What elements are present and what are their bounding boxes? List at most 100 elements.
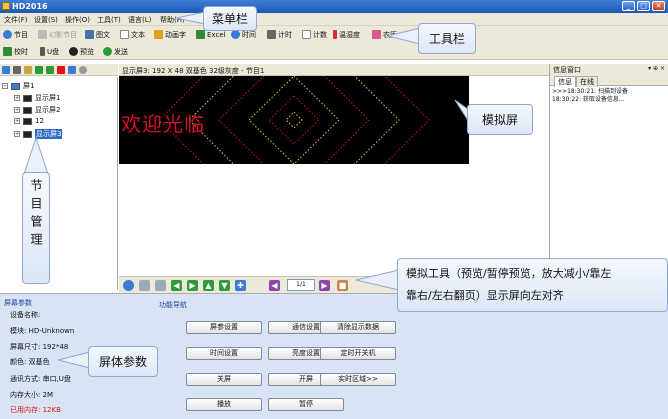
app-icon bbox=[2, 2, 10, 10]
checkbox-icon[interactable] bbox=[68, 66, 76, 74]
annotation-menubar: 菜单栏 bbox=[203, 6, 258, 31]
tab-online[interactable]: 在线 bbox=[576, 76, 598, 87]
clock-label: 时间 bbox=[242, 30, 256, 39]
monitor-icon bbox=[23, 130, 32, 138]
expand-icon[interactable]: + bbox=[14, 131, 20, 137]
tab-info[interactable]: 信息 bbox=[554, 76, 576, 87]
play-button[interactable]: 播放 bbox=[186, 398, 262, 411]
play-pause-icon[interactable] bbox=[123, 280, 134, 291]
annotation-sim-tools-line-2: 靠右/左右翻页）显示屏向左对齐 bbox=[406, 289, 564, 302]
menu-language[interactable]: 语言(L) bbox=[128, 15, 151, 25]
tree-root[interactable]: − 屏1 bbox=[2, 81, 34, 91]
text-icon bbox=[120, 30, 129, 39]
close-button[interactable]: ✕ bbox=[652, 1, 665, 11]
move-up-icon[interactable] bbox=[35, 66, 43, 74]
excel-label: Excel bbox=[207, 30, 226, 39]
annotation-simscreen: 模拟屏 bbox=[467, 104, 534, 135]
menu-tools[interactable]: 工具(T) bbox=[97, 15, 121, 25]
monitor-icon bbox=[23, 106, 32, 114]
image-text-button[interactable]: 图文 bbox=[85, 29, 110, 40]
maximize-button[interactable]: □ bbox=[637, 1, 650, 11]
expand-icon[interactable]: + bbox=[14, 95, 20, 101]
image-text-icon bbox=[85, 30, 94, 39]
menu-help[interactable]: 帮助(H) bbox=[160, 15, 185, 25]
stop-icon[interactable]: ■ bbox=[337, 280, 348, 291]
lunar-calendar-label: 农历 bbox=[383, 30, 397, 39]
zoom-out-icon[interactable] bbox=[155, 280, 166, 291]
text-button[interactable]: 文本 bbox=[120, 29, 145, 40]
phantom-program-button[interactable]: 幻影节目 bbox=[38, 29, 77, 40]
timer-button[interactable]: 计时 bbox=[267, 29, 292, 40]
expand-icon[interactable]: + bbox=[14, 118, 20, 124]
pause-button[interactable]: 暂停 bbox=[268, 398, 344, 411]
align-right-icon[interactable]: ▶ bbox=[187, 280, 198, 291]
counter-button[interactable]: 计数 bbox=[302, 29, 327, 40]
collapse-icon[interactable]: − bbox=[2, 83, 8, 89]
program-tree: − 屏1 + 显示屏1 + 显示屏2 +12 + 显示屏3 bbox=[0, 77, 118, 290]
sync-time-button[interactable]: 校时 bbox=[3, 46, 28, 57]
move-all-icon[interactable]: ✚ bbox=[235, 280, 246, 291]
annotation-program-management: 节目管理 bbox=[22, 172, 50, 284]
open-icon[interactable] bbox=[24, 66, 32, 74]
send-icon bbox=[103, 47, 112, 56]
function-nav-title: 功能导航 bbox=[159, 301, 187, 309]
info-window-controls[interactable]: ▾ ⊕ × bbox=[648, 65, 665, 72]
preview-label: 预览 bbox=[80, 47, 94, 56]
timer-icon bbox=[267, 30, 276, 39]
phantom-program-label: 幻影节目 bbox=[49, 30, 77, 39]
text-label: 文本 bbox=[131, 30, 145, 39]
screen-params-button[interactable]: 屏参设置 bbox=[186, 321, 262, 334]
delete-icon[interactable] bbox=[57, 66, 65, 74]
preview-button[interactable]: 预览 bbox=[69, 46, 94, 57]
tree-item-screen-12[interactable]: +12 bbox=[14, 117, 44, 125]
align-left-icon[interactable]: ◀ bbox=[171, 280, 182, 291]
thermometer-icon bbox=[333, 30, 337, 39]
zoom-in-icon[interactable] bbox=[139, 280, 150, 291]
param-color: 颜色: 双基色 bbox=[10, 358, 50, 366]
monitor-icon bbox=[23, 94, 32, 102]
lunar-calendar-button[interactable]: 农历 bbox=[372, 29, 397, 40]
tree-item-screen-2[interactable]: + 显示屏2 bbox=[14, 105, 60, 115]
usb-icon bbox=[40, 47, 45, 56]
program-icon bbox=[3, 30, 12, 39]
root-icon bbox=[11, 82, 20, 90]
thermometer-button[interactable]: 温湿度 bbox=[333, 29, 360, 40]
simulator-status: 显示屏3: 192 X 48 双基色 32级灰度 - 节目1 bbox=[119, 64, 549, 76]
menu-settings[interactable]: 设置(S) bbox=[34, 15, 58, 25]
send-button[interactable]: 发送 bbox=[103, 46, 128, 57]
counter-icon bbox=[302, 30, 311, 39]
monitor-icon bbox=[23, 117, 32, 125]
tree-item-screen-3[interactable]: + 显示屏3 bbox=[14, 129, 63, 139]
usb-label: U盘 bbox=[47, 47, 60, 56]
search-icon[interactable] bbox=[79, 66, 87, 74]
time-settings-button[interactable]: 时间设置 bbox=[186, 347, 262, 360]
animated-text-label: 动画字 bbox=[165, 30, 186, 39]
clear-display-button[interactable]: 清除显示数据 bbox=[320, 321, 396, 334]
move-down-icon[interactable] bbox=[46, 66, 54, 74]
usb-button[interactable]: U盘 bbox=[40, 46, 59, 57]
page-prev-icon[interactable]: ◀ bbox=[269, 280, 280, 291]
tree-item-label: 12 bbox=[35, 117, 44, 125]
expand-icon[interactable]: + bbox=[14, 107, 20, 113]
image-text-label: 图文 bbox=[96, 30, 110, 39]
save-icon[interactable] bbox=[2, 66, 10, 74]
log-line: >>>18:30:21: 扫描到设备 bbox=[552, 88, 628, 95]
menu-operation[interactable]: 操作(O) bbox=[65, 15, 90, 25]
minimize-button[interactable]: _ bbox=[622, 1, 635, 11]
tree-item-label: 显示屏1 bbox=[35, 94, 61, 102]
tree-item-screen-1[interactable]: + 显示屏1 bbox=[14, 93, 60, 103]
clock-icon bbox=[231, 30, 240, 39]
realtime-area-button[interactable]: 实时区域>> bbox=[320, 373, 396, 386]
send-label: 发送 bbox=[114, 47, 128, 56]
page-next-icon[interactable]: ▶ bbox=[319, 280, 330, 291]
info-window-header: 信息窗口 ▾ ⊕ × bbox=[550, 64, 668, 75]
program-button[interactable]: 节目 bbox=[3, 29, 28, 40]
network-icon[interactable] bbox=[13, 66, 21, 74]
move-down-arrow-icon[interactable]: ▼ bbox=[219, 280, 230, 291]
move-up-arrow-icon[interactable]: ▲ bbox=[203, 280, 214, 291]
animated-text-button[interactable]: 动画字 bbox=[154, 29, 186, 40]
scheduled-power-button[interactable]: 定时开关机 bbox=[320, 347, 396, 360]
menu-file[interactable]: 文件(F) bbox=[4, 15, 28, 25]
tree-root-label: 屏1 bbox=[23, 82, 35, 90]
screen-off-button[interactable]: 关屏 bbox=[186, 373, 262, 386]
